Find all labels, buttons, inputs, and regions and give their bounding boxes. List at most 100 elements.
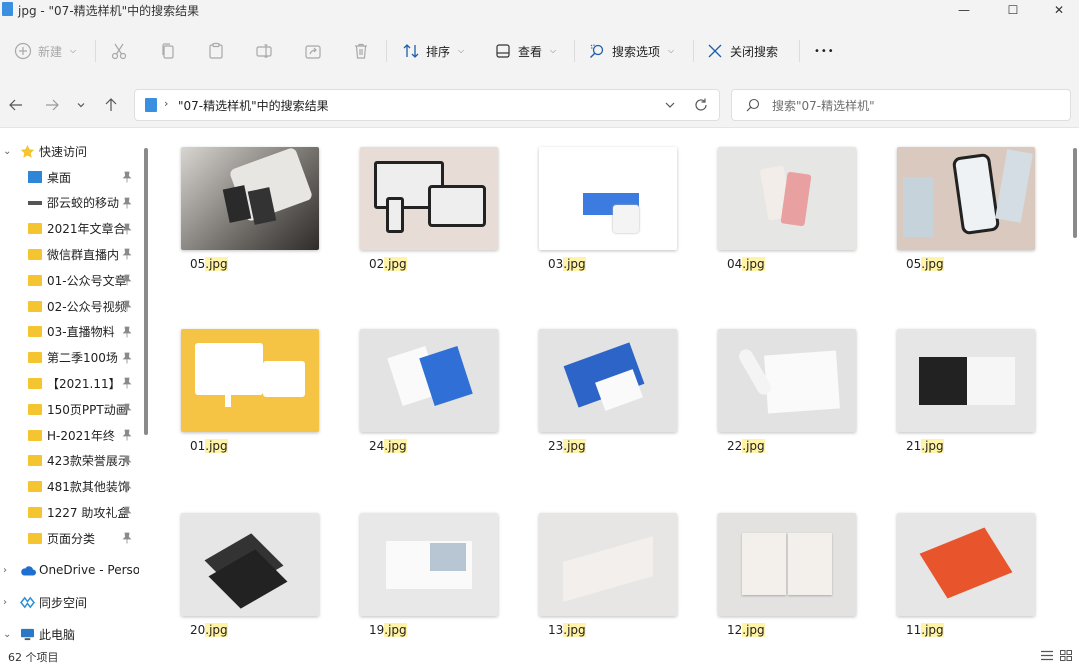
file-name[interactable]: 01.jpg: [190, 439, 228, 453]
file-thumbnail[interactable]: [897, 329, 1035, 432]
file-name[interactable]: 05.jpg: [906, 257, 944, 271]
file-name[interactable]: 12.jpg: [727, 623, 765, 637]
file-thumbnail[interactable]: [181, 329, 319, 432]
file-name[interactable]: 05.jpg: [190, 257, 228, 271]
sidebar-item[interactable]: 02-公众号视频: [0, 294, 140, 318]
file-name[interactable]: 03.jpg: [548, 257, 586, 271]
sidebar-item-quick-access[interactable]: ⌄ 快速访问: [0, 139, 140, 163]
file-tile[interactable]: 02.jpg: [339, 129, 499, 289]
file-name[interactable]: 19.jpg: [369, 623, 407, 637]
file-name[interactable]: 11.jpg: [906, 623, 944, 637]
file-tile[interactable]: 19.jpg: [339, 494, 499, 645]
refresh-button[interactable]: [693, 97, 709, 116]
file-tile[interactable]: 20.jpg: [160, 494, 320, 645]
sidebar-item[interactable]: 2021年文章合: [0, 217, 140, 241]
address-dropdown-button[interactable]: [663, 98, 677, 115]
chevron-right-icon[interactable]: ›: [3, 565, 13, 576]
breadcrumb-current[interactable]: "07-精选样机"中的搜索结果: [178, 97, 329, 114]
chevron-down-icon[interactable]: ⌄: [3, 629, 13, 640]
file-tile[interactable]: 13.jpg: [518, 494, 678, 645]
file-thumbnail[interactable]: [897, 513, 1035, 616]
file-tile[interactable]: 21.jpg: [876, 311, 1036, 471]
chevron-right-icon[interactable]: ›: [3, 597, 13, 608]
paste-button[interactable]: [207, 38, 225, 64]
sidebar-item[interactable]: H-2021年终: [0, 423, 140, 447]
file-thumbnail[interactable]: [718, 147, 856, 250]
file-thumbnail[interactable]: [897, 147, 1035, 250]
close-window-button[interactable]: ✕: [1036, 0, 1079, 20]
sidebar-item[interactable]: 邵云蛟的移动: [0, 191, 140, 215]
up-button[interactable]: [100, 94, 122, 116]
address-bar[interactable]: › "07-精选样机"中的搜索结果: [134, 89, 720, 121]
sidebar-item-sync-space[interactable]: › 同步空间: [0, 590, 140, 614]
file-tile[interactable]: 04.jpg: [697, 129, 857, 289]
file-name[interactable]: 23.jpg: [548, 439, 586, 453]
file-tile[interactable]: 03.jpg: [518, 129, 678, 289]
maximize-button[interactable]: ☐: [990, 0, 1036, 20]
back-button[interactable]: [5, 94, 27, 116]
file-name[interactable]: 21.jpg: [906, 439, 944, 453]
rename-button[interactable]: [255, 38, 273, 64]
sidebar-item[interactable]: 481款其他装饰: [0, 475, 140, 499]
file-thumbnail[interactable]: [181, 147, 319, 250]
sidebar-item[interactable]: 第二季100场: [0, 346, 140, 370]
sort-button[interactable]: 排序 ⌵: [402, 38, 464, 64]
file-thumbnail[interactable]: [539, 329, 677, 432]
file-tile[interactable]: 24.jpg: [339, 311, 499, 471]
file-name[interactable]: 02.jpg: [369, 257, 407, 271]
file-thumbnail[interactable]: [539, 147, 677, 250]
sidebar-item[interactable]: 150页PPT动画: [0, 397, 140, 421]
file-thumbnail[interactable]: [539, 513, 677, 616]
file-tile[interactable]: 01.jpg: [160, 311, 320, 471]
file-name[interactable]: 13.jpg: [548, 623, 586, 637]
file-name[interactable]: 20.jpg: [190, 623, 228, 637]
view-button[interactable]: 查看 ⌵: [494, 38, 556, 64]
file-thumbnail[interactable]: [181, 513, 319, 616]
sidebar-item[interactable]: 页面分类: [0, 526, 140, 550]
file-tile[interactable]: 23.jpg: [518, 311, 678, 471]
copy-button[interactable]: [159, 38, 177, 64]
sidebar-item[interactable]: 微信群直播内: [0, 242, 140, 266]
file-thumbnail[interactable]: [360, 329, 498, 432]
file-tile[interactable]: 22.jpg: [697, 311, 857, 471]
sidebar-item[interactable]: 03-直播物料: [0, 320, 140, 344]
folder-icon: [28, 377, 42, 389]
file-thumbnail[interactable]: [718, 513, 856, 616]
file-tile[interactable]: 12.jpg: [697, 494, 857, 645]
file-tile[interactable]: 05.jpg: [160, 129, 320, 289]
delete-button[interactable]: [352, 38, 370, 64]
more-options-button[interactable]: •••: [814, 38, 835, 64]
details-view-icon[interactable]: [1041, 650, 1053, 661]
pin-icon: [122, 248, 132, 260]
sidebar-item-this-pc[interactable]: ⌄ 此电脑: [0, 622, 140, 645]
large-icons-view-icon[interactable]: [1060, 650, 1072, 661]
cut-button[interactable]: [110, 38, 128, 64]
file-tile[interactable]: 11.jpg: [876, 494, 1036, 645]
search-options-button[interactable]: 搜索选项 ⌵: [588, 38, 674, 64]
minimize-button[interactable]: —: [941, 0, 987, 20]
file-thumbnail[interactable]: [718, 329, 856, 432]
sidebar-item[interactable]: 【2021.11】: [0, 371, 140, 395]
chevron-down-icon[interactable]: ⌄: [3, 146, 13, 157]
file-tile[interactable]: 05.jpg: [876, 129, 1036, 289]
file-thumbnail[interactable]: [360, 147, 498, 250]
sidebar-item-onedrive[interactable]: › OneDrive - Personal: [0, 558, 140, 582]
sidebar-item[interactable]: 423款荣誉展示: [0, 449, 140, 473]
sidebar-item-label: 桌面: [47, 170, 72, 185]
sidebar-scrollbar[interactable]: [144, 148, 148, 435]
file-name[interactable]: 22.jpg: [727, 439, 765, 453]
file-name[interactable]: 24.jpg: [369, 439, 407, 453]
recent-locations-button[interactable]: [72, 94, 90, 116]
file-name[interactable]: 04.jpg: [727, 257, 765, 271]
new-button[interactable]: 新建 ⌵: [14, 38, 76, 64]
share-button[interactable]: [304, 38, 322, 64]
sidebar-item[interactable]: 1227 助攻礼盒: [0, 500, 140, 524]
search-options-icon: [590, 44, 604, 58]
content-scrollbar[interactable]: [1073, 148, 1077, 238]
forward-button[interactable]: [41, 94, 63, 116]
file-thumbnail[interactable]: [360, 513, 498, 616]
sidebar-item[interactable]: 桌面: [0, 165, 140, 189]
search-input[interactable]: 搜索"07-精选样机": [731, 89, 1071, 121]
close-search-button[interactable]: 关闭搜索: [706, 38, 778, 64]
sidebar-item[interactable]: 01-公众号文章: [0, 268, 140, 292]
